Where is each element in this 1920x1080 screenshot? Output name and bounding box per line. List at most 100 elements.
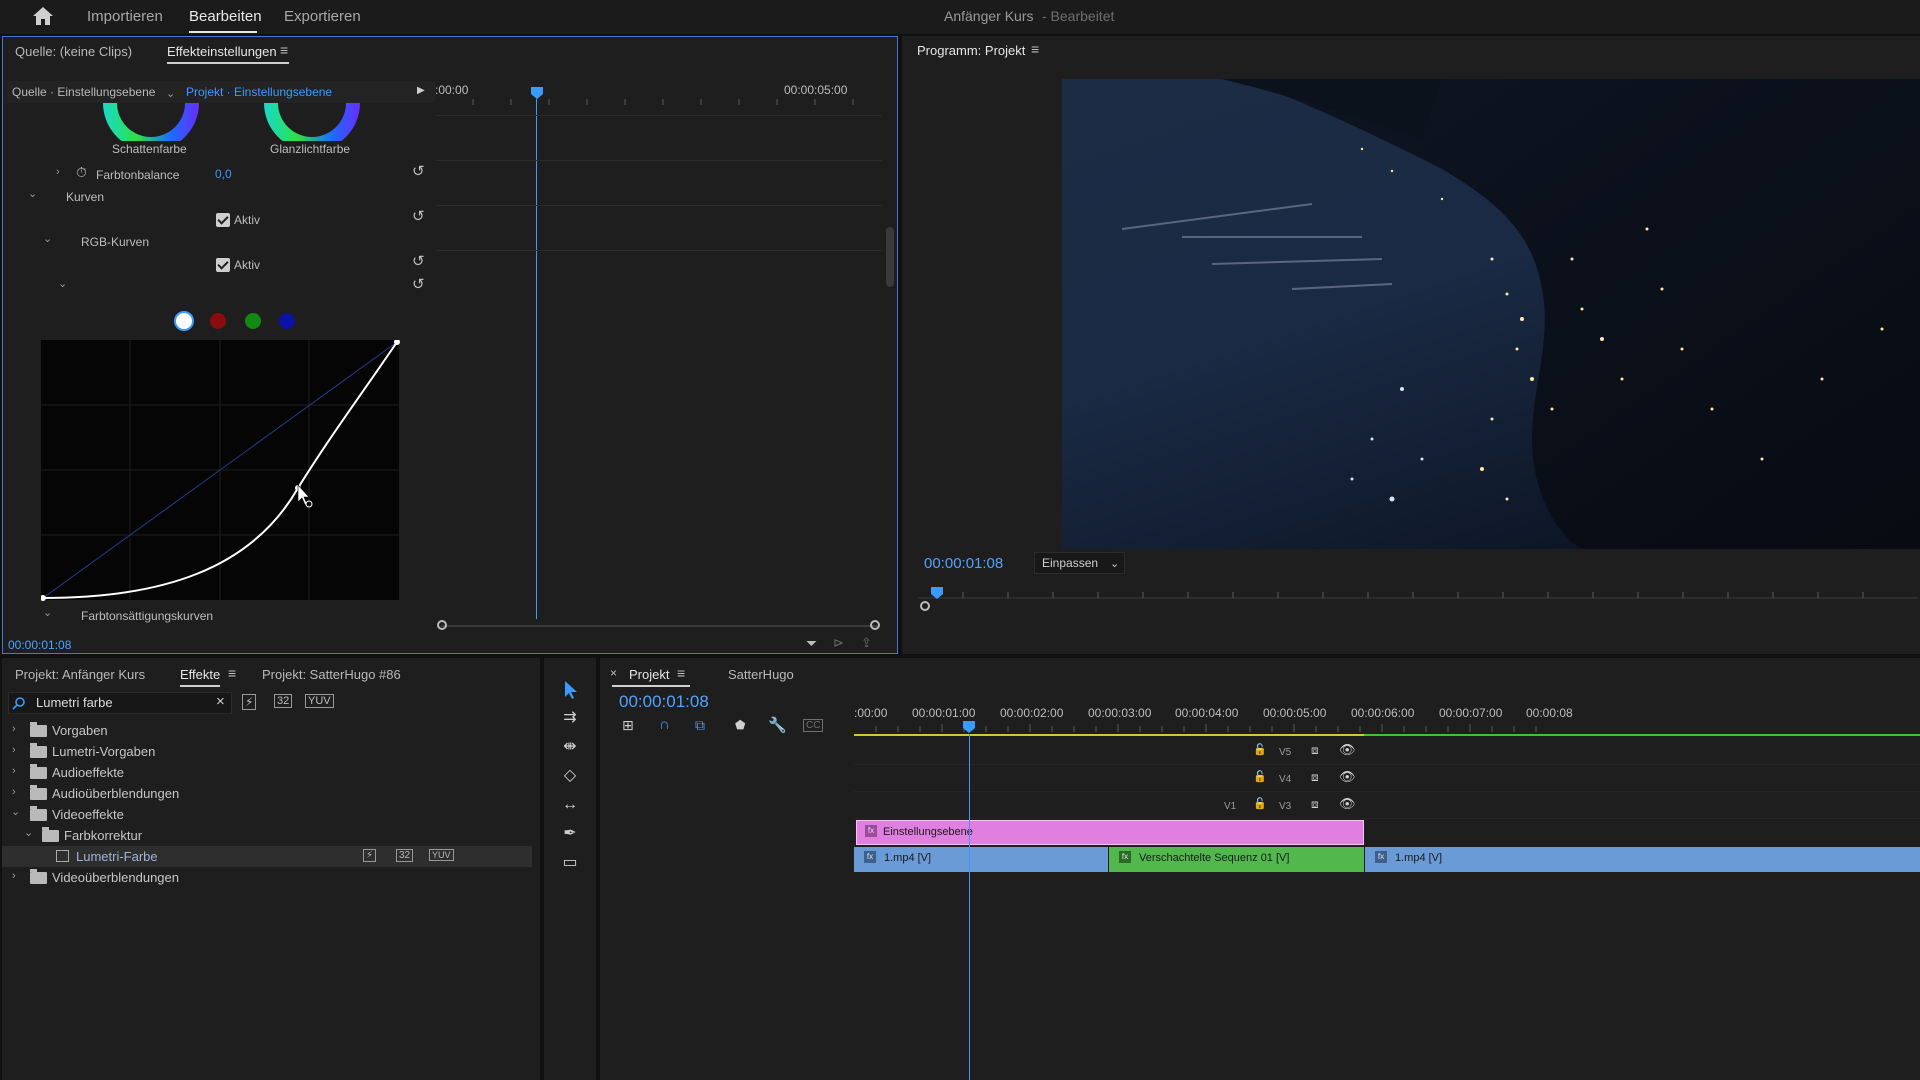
tab-sequence-projekt[interactable]: Projekt xyxy=(629,667,669,682)
program-monitor-title[interactable]: Programm: Projekt xyxy=(917,43,1025,58)
tab-importieren[interactable]: Importieren xyxy=(87,8,163,25)
snap-icon[interactable]: ∩ xyxy=(659,716,670,733)
program-timecode[interactable]: 00:00:01:08 xyxy=(924,555,1003,572)
chevron-down-icon[interactable]: ⌄ xyxy=(58,277,67,290)
lock-icon[interactable]: 🔓 xyxy=(1253,770,1267,783)
tab-bearbeiten[interactable]: Bearbeiten xyxy=(189,8,262,25)
play-only-icon[interactable]: ▶ xyxy=(417,85,425,96)
red-channel-button[interactable] xyxy=(210,313,226,329)
selection-tool-icon[interactable] xyxy=(563,680,581,700)
rgb-curve-graph[interactable] xyxy=(41,340,401,602)
32bit-badge-icon: 32 xyxy=(396,849,414,862)
project-selector[interactable]: Projekt · Einstellungsebene xyxy=(186,85,332,99)
add-marker-icon[interactable]: ⬟ xyxy=(735,718,745,732)
pen-tool-icon[interactable]: ✒ xyxy=(556,822,584,846)
panel-menu-icon[interactable]: ≡ xyxy=(280,42,288,58)
chevron-down-icon[interactable]: ⌄ xyxy=(43,606,52,619)
source-patch-label[interactable]: V1 xyxy=(1224,801,1236,812)
video-clip-1mp4-a[interactable]: fx 1.mp4 [V] xyxy=(854,847,1108,872)
panel-menu-icon[interactable]: ≡ xyxy=(1031,41,1039,57)
tree-item-audioueberblendungen[interactable]: › Audioüberblendungen xyxy=(2,783,532,804)
export-icon[interactable]: ⇪ xyxy=(861,635,872,651)
effect-controls-timecode[interactable]: 00:00:01:08 xyxy=(8,638,71,652)
sync-lock-icon[interactable]: ⧈ xyxy=(1311,743,1319,758)
timeline-timecode[interactable]: 00:00:01:08 xyxy=(619,692,709,712)
chevron-down-icon[interactable]: ⌄ xyxy=(1110,557,1119,570)
source-selector[interactable]: Quelle · Einstellungsebene xyxy=(12,85,155,99)
white-channel-button[interactable] xyxy=(174,311,194,331)
search-input[interactable]: Lumetri farbe xyxy=(36,695,113,710)
slip-tool-icon[interactable]: ↔ xyxy=(556,793,584,817)
close-icon[interactable]: × xyxy=(216,693,225,710)
playhead-icon[interactable] xyxy=(962,720,976,734)
tab-exportieren[interactable]: Exportieren xyxy=(284,8,361,25)
tab-sequence-satterhugo[interactable]: SatterHugo xyxy=(728,667,794,682)
adjustment-layer-clip[interactable]: fx Einstellungsebene xyxy=(856,820,1364,845)
aktiv-checkbox-curves[interactable] xyxy=(216,213,230,227)
playhead-icon[interactable] xyxy=(530,86,544,100)
eye-icon[interactable]: 👁 xyxy=(1339,796,1356,812)
shadow-color-wheel[interactable] xyxy=(101,103,201,141)
video-frame xyxy=(1062,79,1920,549)
timeline-ruler[interactable] xyxy=(854,722,1920,738)
razor-tool-icon[interactable]: ◇ xyxy=(556,764,584,788)
reset-icon[interactable]: ↺ xyxy=(412,275,425,293)
zoom-handle-left[interactable] xyxy=(437,620,447,630)
chevron-down-icon[interactable]: ⌄ xyxy=(28,187,37,200)
chevron-right-icon[interactable]: › xyxy=(56,166,60,178)
tab-source[interactable]: Quelle: (keine Clips) xyxy=(15,44,132,59)
nested-sequence-clip[interactable]: fx Verschachtelte Sequenz 01 [V] xyxy=(1109,847,1364,872)
captions-icon[interactable]: CC xyxy=(803,719,824,732)
highlight-color-wheel[interactable] xyxy=(262,103,362,141)
tree-item-lumetri-farbe[interactable]: Lumetri-Farbe ⚡ 32 YUV xyxy=(2,846,532,867)
filter-icon[interactable]: ⏷ xyxy=(806,635,817,652)
track-select-tool-icon[interactable]: ⇉ xyxy=(556,706,584,730)
reset-icon[interactable]: ↺ xyxy=(412,252,425,270)
tab-project-satterhugo[interactable]: Projekt: SatterHugo #86 xyxy=(262,667,401,682)
lock-icon[interactable]: 🔓 xyxy=(1253,797,1267,810)
rectangle-tool-icon[interactable]: ▭ xyxy=(556,851,584,875)
tree-item-videoueberblendungen[interactable]: › Videoüberblendungen xyxy=(2,867,532,888)
video-clip-1mp4-b[interactable]: fx 1.mp4 [V] xyxy=(1365,847,1920,872)
eye-icon[interactable]: 👁 xyxy=(1339,769,1356,785)
nest-icon[interactable]: ⊞ xyxy=(622,717,634,734)
green-channel-button[interactable] xyxy=(245,313,261,329)
home-icon[interactable] xyxy=(32,6,54,26)
ripple-edit-tool-icon[interactable]: ⇼ xyxy=(556,735,584,759)
panel-menu-icon[interactable]: ≡ xyxy=(228,665,236,681)
tree-item-lumetri-vorgaben[interactable]: › Lumetri-Vorgaben xyxy=(2,741,532,762)
farbtonbalance-value[interactable]: 0,0 xyxy=(215,167,232,181)
close-tab-icon[interactable]: × xyxy=(610,666,617,680)
stopwatch-icon[interactable]: ⏱ xyxy=(76,164,87,181)
chevron-down-icon[interactable]: ⌄ xyxy=(166,87,175,100)
play-range-icon[interactable]: ⊳ xyxy=(833,635,844,651)
sync-lock-icon[interactable]: ⧈ xyxy=(1311,770,1319,785)
32bit-effects-icon[interactable]: 32 xyxy=(274,694,293,708)
tree-item-videoeffekte[interactable]: ⌄ Videoeffekte xyxy=(2,804,532,825)
rgb-curves-label: RGB-Kurven xyxy=(81,235,150,249)
tree-item-audioeffekte[interactable]: › Audioeffekte xyxy=(2,762,532,783)
reset-icon[interactable]: ↺ xyxy=(412,162,425,180)
tree-item-farbkorrektur[interactable]: ⌄ Farbkorrektur xyxy=(2,825,532,846)
linked-selection-icon[interactable]: ⧉ xyxy=(695,717,705,734)
tab-project-anfaenger[interactable]: Projekt: Anfänger Kurs xyxy=(15,667,145,682)
tree-item-vorgaben[interactable]: › Vorgaben xyxy=(2,720,532,741)
program-ruler[interactable] xyxy=(918,582,1920,612)
aktiv-checkbox-rgb[interactable] xyxy=(216,258,230,272)
wrench-icon[interactable]: 🔧 xyxy=(768,716,787,734)
accelerated-effects-icon[interactable]: ⚡ xyxy=(242,694,257,710)
lock-icon[interactable]: 🔓 xyxy=(1253,743,1267,756)
blue-channel-button[interactable] xyxy=(279,313,295,329)
reset-icon[interactable]: ↺ xyxy=(412,207,425,225)
ruler-label: 00:00:04:00 xyxy=(1175,706,1239,720)
yuv-effects-icon[interactable]: YUV xyxy=(305,694,334,708)
zoom-handle-right[interactable] xyxy=(870,620,880,630)
tab-effect-controls[interactable]: Effekteinstellungen xyxy=(167,44,277,59)
eye-icon[interactable]: 👁 xyxy=(1339,742,1356,758)
panel-menu-icon[interactable]: ≡ xyxy=(677,665,685,681)
sync-lock-icon[interactable]: ⧈ xyxy=(1311,797,1319,812)
tab-effekte[interactable]: Effekte xyxy=(180,667,220,682)
chevron-down-icon[interactable]: ⌄ xyxy=(43,232,52,245)
zoom-scrollbar[interactable] xyxy=(441,625,879,627)
scrollbar[interactable] xyxy=(886,227,894,287)
